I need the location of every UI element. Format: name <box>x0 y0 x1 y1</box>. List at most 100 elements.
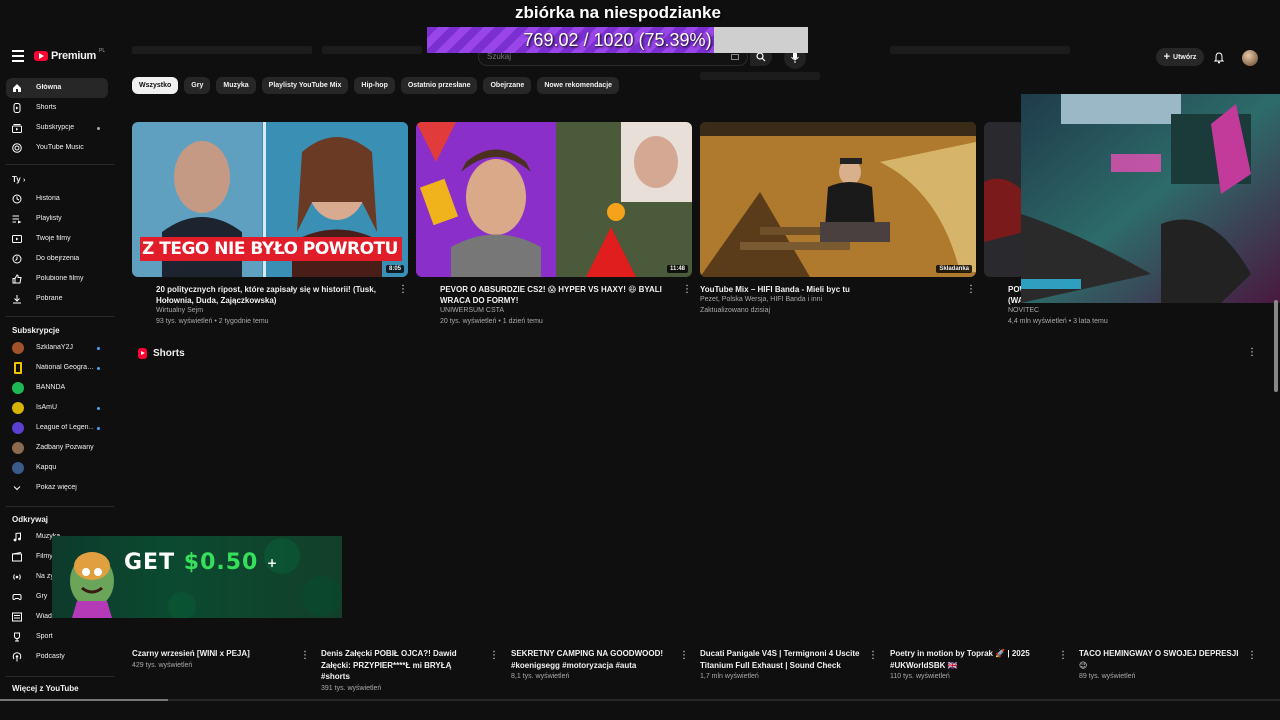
video-title[interactable]: YouTube Mix – HIFI Banda - Mieli byc tu <box>700 284 930 295</box>
page-scrollbar[interactable] <box>1274 300 1278 392</box>
short-card[interactable]: SEKRETNY CAMPING NA GOODWOOD! #koenigseg… <box>511 648 689 680</box>
chip-games[interactable]: Gry <box>184 77 211 94</box>
video-channel[interactable]: Wirtualny Sejm <box>156 307 203 314</box>
video-thumbnail[interactable]: Z TEGO NIE BYŁO POWROTU 8:05 <box>132 122 408 277</box>
search-placeholder: Szukaj <box>487 52 512 61</box>
short-title[interactable]: Poetry in motion by Toprak 🚀 | 2025 #UKW… <box>890 648 1050 671</box>
sidebar-sub-channel[interactable]: Zadbany Pozwany <box>6 438 108 458</box>
youtube-play-icon <box>34 51 48 61</box>
short-card[interactable]: Denis Załęcki POBIŁ OJCA?! Dawid Załęcki… <box>321 648 499 692</box>
sidebar-item-label: Shorts <box>36 104 57 111</box>
video-title[interactable]: 20 politycznych ripost, które zapisały s… <box>156 284 386 306</box>
short-title[interactable]: TACO HEMINGWAY O SWOJEJ DEPRESJI 😉 <box>1079 648 1239 671</box>
chip-hip-hop[interactable]: Hip-hop <box>354 77 395 94</box>
video-duration: 11:48 <box>666 265 688 273</box>
short-card[interactable]: TACO HEMINGWAY O SWOJEJ DEPRESJI 😉 89 ty… <box>1079 648 1257 680</box>
channel-name: BANNDA <box>36 384 66 391</box>
video-channel[interactable]: NOVITEC <box>1008 307 1039 314</box>
chip-recently-uploaded[interactable]: Ostatnio przesłane <box>400 77 478 94</box>
short-title[interactable]: Czarny wrzesień [WINI x PEJA] <box>132 648 292 660</box>
video-title[interactable]: PEVOR O ABSURDZIE CS2! 😱 HYPER VS HAXY! … <box>440 284 670 306</box>
explore-section-title: Odkrywaj <box>12 515 49 524</box>
video-more-icon[interactable]: ⋮ <box>398 284 408 295</box>
sidebar-item-history[interactable]: Historia <box>6 189 108 209</box>
chip-all[interactable]: Wszystko <box>132 77 179 94</box>
like-icon <box>12 274 22 284</box>
video-thumbnail[interactable]: Składanka <box>700 122 976 277</box>
chip-music[interactable]: Muzyka <box>216 77 256 94</box>
short-title[interactable]: Ducati Panigale V4S | Termignoni 4 Uscit… <box>700 648 860 671</box>
sidebar-item-downloads[interactable]: Pobrane <box>6 289 108 309</box>
short-title[interactable]: Denis Załęcki POBIŁ OJCA?! Dawid Załęcki… <box>321 648 481 683</box>
sidebar-item-watch-later[interactable]: Do obejrzenia <box>6 249 108 269</box>
short-views: 8,1 tys. wyświetleń <box>511 673 570 680</box>
podcast-icon <box>12 652 22 662</box>
shorts-more-icon[interactable]: ⋮ <box>1247 347 1257 358</box>
short-more-icon[interactable]: ⋮ <box>868 650 878 661</box>
chip-mix-playlists[interactable]: Playlisty YouTube Mix <box>261 77 349 94</box>
short-card[interactable]: Czarny wrzesień [WINI x PEJA] 429 tys. w… <box>132 648 310 669</box>
sidebar-divider <box>6 676 114 677</box>
sidebar-item-your-videos[interactable]: Twoje filmy <box>6 229 108 249</box>
sidebar-item-label: Polubione filmy <box>36 275 84 282</box>
channel-avatar <box>12 442 24 454</box>
sidebar-sub-channel[interactable]: Kapqu <box>6 458 108 478</box>
channel-avatar <box>12 402 24 414</box>
short-views: 89 tys. wyświetleń <box>1079 673 1136 680</box>
sidebar-sub-channel[interactable]: National Geogra… <box>6 358 108 378</box>
watch-later-icon <box>12 254 22 264</box>
short-card[interactable]: Ducati Panigale V4S | Termignoni 4 Uscit… <box>700 648 878 680</box>
playlist-icon <box>12 215 22 224</box>
webcam-image <box>1021 94 1280 303</box>
sidebar-item-podcasts[interactable]: Podcasty <box>6 647 108 667</box>
sidebar-item-playlists[interactable]: Playlisty <box>6 209 108 229</box>
account-avatar[interactable] <box>1242 50 1258 66</box>
chip-watched[interactable]: Obejrzane <box>483 77 532 94</box>
sidebar-sub-channel[interactable]: BANNDA <box>6 378 108 398</box>
video-thumbnail[interactable] <box>984 122 1024 277</box>
video-meta: 4,4 mln wyświetleń • 3 lata temu <box>1008 318 1108 325</box>
notifications-bell-icon[interactable] <box>1213 51 1225 69</box>
mix-badge: Składanka <box>936 265 972 273</box>
short-more-icon[interactable]: ⋮ <box>679 650 689 661</box>
sidebar-item-youtube-music[interactable]: YouTube Music <box>6 138 108 158</box>
youtube-premium-logo[interactable]: Premium PL <box>34 48 105 62</box>
sidebar-item-label: Pokaż więcej <box>36 484 77 491</box>
sidebar-show-more[interactable]: Pokaż więcej <box>6 478 108 498</box>
short-card[interactable]: Poetry in motion by Toprak 🚀 | 2025 #UKW… <box>890 648 1068 680</box>
short-more-icon[interactable]: ⋮ <box>300 650 310 661</box>
sidebar-sub-channel[interactable]: SzklanaY2J <box>6 338 108 358</box>
video-meta: Zaktualizowano dzisiaj <box>700 307 771 314</box>
create-button[interactable]: + Utwórz <box>1156 48 1204 66</box>
you-section-title[interactable]: Ty › <box>12 175 25 184</box>
news-icon <box>12 612 22 622</box>
video-thumbnail[interactable]: 11:48 <box>416 122 692 277</box>
video-more-icon[interactable]: ⋮ <box>682 284 692 295</box>
menu-icon[interactable] <box>12 50 24 62</box>
video-meta: 93 tys. wyświetleń • 2 tygodnie temu <box>156 318 269 325</box>
sidebar-item-label: YouTube Music <box>36 144 84 151</box>
search-icon <box>756 52 766 62</box>
short-more-icon[interactable]: ⋮ <box>1247 650 1257 661</box>
ghost-row <box>700 72 820 80</box>
chip-new-recommendations[interactable]: Nowe rekomendacje <box>537 77 620 94</box>
new-content-dot <box>97 427 100 430</box>
video-more-icon[interactable]: ⋮ <box>966 284 976 295</box>
sidebar-item-liked-videos[interactable]: Polubione filmy <box>6 269 108 289</box>
short-more-icon[interactable]: ⋮ <box>489 650 499 661</box>
video-channel[interactable]: UNIWERSUM CSTA <box>440 307 504 314</box>
sidebar-item-sport[interactable]: Sport <box>6 627 108 647</box>
streamer-webcam <box>1021 94 1280 303</box>
keyboard-icon[interactable] <box>731 54 739 60</box>
sidebar-item-shorts[interactable]: Shorts <box>6 98 108 118</box>
video-channel[interactable]: Pezet, Polska Wersja, HIFI Banda i inni <box>700 296 822 303</box>
video-duration: 8:05 <box>385 265 404 273</box>
sidebar-sub-channel[interactable]: League of Legen… <box>6 418 108 438</box>
sidebar-item-home[interactable]: Główna <box>6 78 108 98</box>
bottom-progress-bar <box>0 699 1280 701</box>
channel-avatar <box>12 342 24 354</box>
short-title[interactable]: SEKRETNY CAMPING NA GOODWOOD! #koenigseg… <box>511 648 671 671</box>
sidebar-item-subscriptions[interactable]: Subskrypcje <box>6 118 108 138</box>
sidebar-sub-channel[interactable]: IsAmU <box>6 398 108 418</box>
short-more-icon[interactable]: ⋮ <box>1058 650 1068 661</box>
